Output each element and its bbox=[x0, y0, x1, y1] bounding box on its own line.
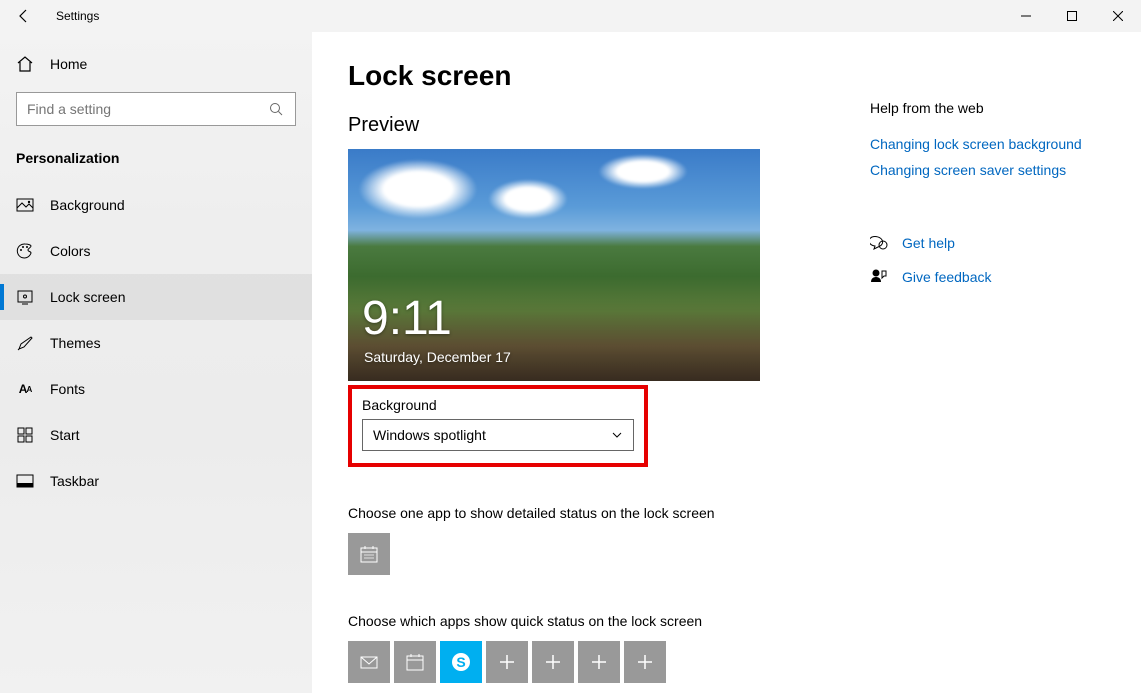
background-dropdown[interactable]: Windows spotlight bbox=[362, 419, 634, 451]
help-link-bg[interactable]: Changing lock screen background bbox=[870, 136, 1120, 152]
sidebar-item-taskbar[interactable]: Taskbar bbox=[0, 458, 312, 504]
quick-app-skype[interactable]: S bbox=[440, 641, 482, 683]
sidebar-item-label: Taskbar bbox=[50, 473, 99, 489]
quick-app-add-4[interactable] bbox=[624, 641, 666, 683]
background-highlight: Background Windows spotlight bbox=[348, 385, 648, 467]
help-link-saver[interactable]: Changing screen saver settings bbox=[870, 162, 1120, 178]
preview-date: Saturday, December 17 bbox=[364, 349, 511, 365]
search-input-wrap[interactable] bbox=[16, 92, 296, 126]
back-button[interactable] bbox=[0, 0, 48, 32]
maximize-button[interactable] bbox=[1049, 0, 1095, 32]
quick-app-add-3[interactable] bbox=[578, 641, 620, 683]
taskbar-icon bbox=[16, 472, 34, 490]
quick-app-calendar[interactable] bbox=[394, 641, 436, 683]
sidebar-home[interactable]: Home bbox=[0, 44, 312, 84]
preview-time: 9:11 bbox=[362, 295, 452, 343]
sidebar-item-label: Themes bbox=[50, 335, 101, 351]
start-icon bbox=[16, 426, 34, 444]
get-help-icon bbox=[870, 234, 888, 252]
minimize-button[interactable] bbox=[1003, 0, 1049, 32]
lock-screen-icon bbox=[16, 288, 34, 306]
quick-app-add-2[interactable] bbox=[532, 641, 574, 683]
home-icon bbox=[16, 55, 34, 73]
sidebar-item-label: Background bbox=[50, 197, 125, 213]
image-icon bbox=[16, 196, 34, 214]
chevron-down-icon bbox=[611, 429, 623, 441]
sidebar-category: Personalization bbox=[0, 142, 312, 182]
search-input[interactable] bbox=[27, 101, 267, 117]
sidebar-item-label: Start bbox=[50, 427, 80, 443]
palette-icon bbox=[16, 242, 34, 260]
sidebar-home-label: Home bbox=[50, 56, 87, 72]
font-icon: AA bbox=[16, 380, 34, 398]
get-help-link[interactable]: Get help bbox=[902, 235, 955, 251]
lock-screen-preview: 9:11 Saturday, December 17 bbox=[348, 149, 760, 381]
sidebar-item-themes[interactable]: Themes bbox=[0, 320, 312, 366]
svg-text:S: S bbox=[456, 654, 465, 670]
feedback-icon bbox=[870, 268, 888, 286]
feedback-link[interactable]: Give feedback bbox=[902, 269, 992, 285]
sidebar-item-start[interactable]: Start bbox=[0, 412, 312, 458]
sidebar-item-lock-screen[interactable]: Lock screen bbox=[0, 274, 312, 320]
detailed-app-label: Choose one app to show detailed status o… bbox=[348, 505, 1105, 521]
background-value: Windows spotlight bbox=[373, 427, 486, 443]
help-title: Help from the web bbox=[870, 100, 1120, 116]
sidebar-item-colors[interactable]: Colors bbox=[0, 228, 312, 274]
quick-apps-label: Choose which apps show quick status on t… bbox=[348, 613, 1105, 629]
sidebar-item-label: Lock screen bbox=[50, 289, 125, 305]
detailed-app-calendar[interactable] bbox=[348, 533, 390, 575]
brush-icon bbox=[16, 334, 34, 352]
sidebar-item-label: Colors bbox=[50, 243, 90, 259]
close-button[interactable] bbox=[1095, 0, 1141, 32]
sidebar-item-label: Fonts bbox=[50, 381, 85, 397]
quick-app-mail[interactable] bbox=[348, 641, 390, 683]
quick-app-add-1[interactable] bbox=[486, 641, 528, 683]
page-title: Lock screen bbox=[348, 60, 1105, 92]
background-label: Background bbox=[362, 397, 634, 413]
window-title: Settings bbox=[48, 9, 99, 23]
sidebar: Home Personalization Background Colors L… bbox=[0, 32, 312, 693]
sidebar-item-fonts[interactable]: AA Fonts bbox=[0, 366, 312, 412]
sidebar-item-background[interactable]: Background bbox=[0, 182, 312, 228]
help-pane: Help from the web Changing lock screen b… bbox=[870, 100, 1120, 286]
search-icon bbox=[267, 100, 285, 118]
